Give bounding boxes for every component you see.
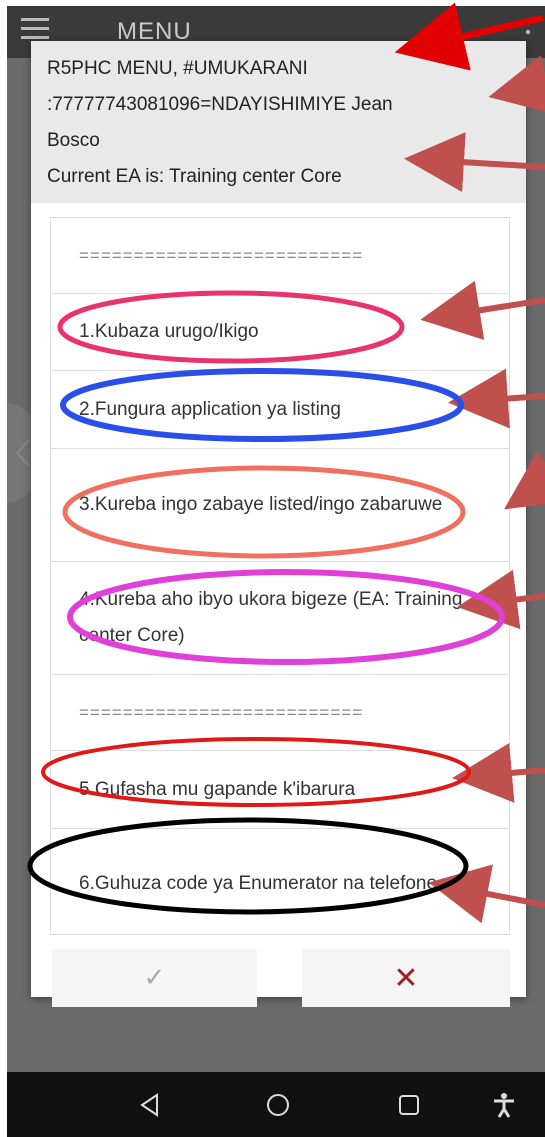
chevron-left-icon: [15, 439, 30, 467]
cancel-button[interactable]: ✕: [302, 949, 510, 1007]
header-line-3: Bosco: [47, 130, 100, 151]
menu-item-4[interactable]: 4.Kureba aho ibyo ukora bigeze (EA: Trai…: [51, 562, 509, 675]
header-line-1: R5PHC MENU, #UMUKARANI: [47, 58, 308, 79]
separator[interactable]: ==========================: [51, 218, 509, 294]
phone-screen: MENU R5PHC MENU, #UMUKARANI :77777743081…: [7, 6, 545, 1137]
home-icon[interactable]: [265, 1092, 291, 1118]
menu-item-2[interactable]: 2.Fungura application ya listing: [51, 371, 509, 449]
recent-apps-icon[interactable]: [396, 1092, 422, 1118]
accessibility-icon[interactable]: [491, 1092, 517, 1118]
menu-item-5[interactable]: 5.Gufasha mu gapande k'ibarura: [51, 751, 509, 829]
menu-item-6[interactable]: 6.Guhuza code ya Enumerator na telefone: [51, 829, 509, 934]
back-icon[interactable]: [137, 1092, 163, 1118]
menu-dialog: R5PHC MENU, #UMUKARANI :77777743081096=N…: [31, 41, 526, 1007]
hamburger-menu-icon[interactable]: [21, 18, 49, 40]
header-line-2: :77777743081096=NDAYISHIMIYE Jean: [47, 94, 393, 115]
menu-item-1[interactable]: 1.Kubaza urugo/Ikigo: [51, 294, 509, 371]
dialog-header: R5PHC MENU, #UMUKARANI :77777743081096=N…: [31, 41, 526, 203]
header-line-4: Current EA is: Training center Core: [47, 166, 342, 187]
ok-button[interactable]: ✓: [52, 949, 257, 1007]
system-navigation-bar: [7, 1072, 545, 1137]
separator[interactable]: ==========================: [51, 675, 509, 751]
menu-list[interactable]: ========================== 1.Kubaza urug…: [50, 217, 510, 935]
menu-item-3[interactable]: 3.Kureba ingo zabaye listed/ingo zabaruw…: [51, 449, 509, 562]
dialog-footer: ✓ ✕: [31, 933, 526, 1007]
edit-icon[interactable]: [437, 18, 461, 42]
